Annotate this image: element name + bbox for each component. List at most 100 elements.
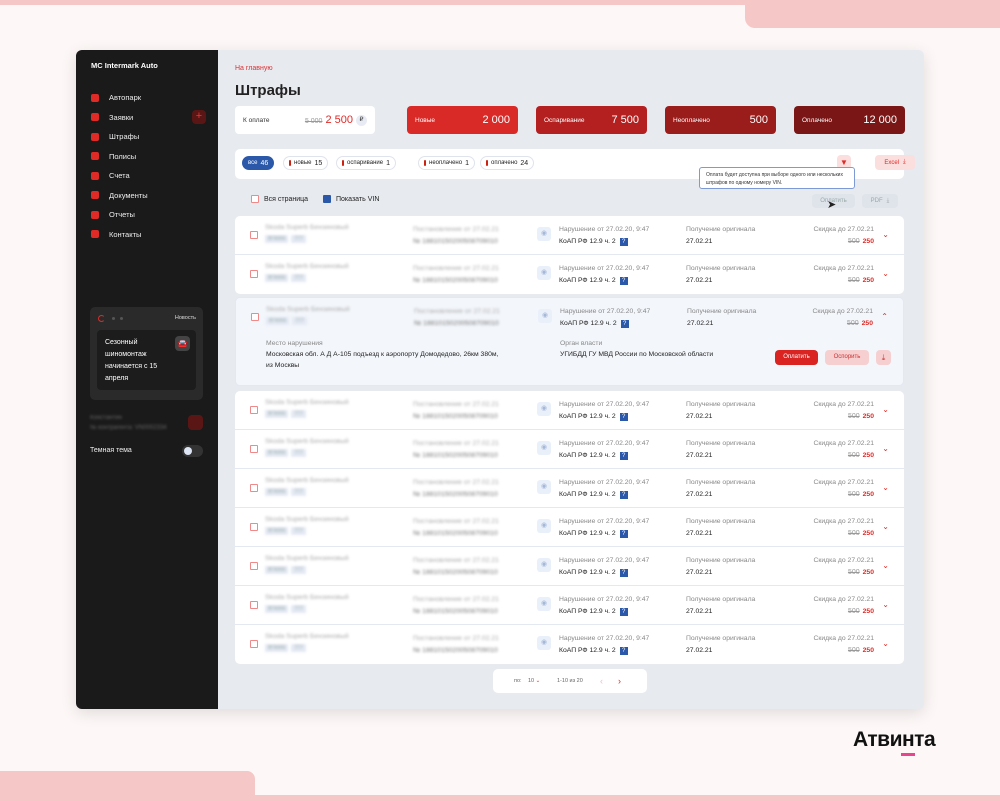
sidebar-item[interactable]: Полисы: [91, 147, 206, 167]
row-checkbox[interactable]: [250, 562, 258, 570]
news-widget[interactable]: Новость Сезонный шиномонтаж начинается с…: [90, 307, 203, 400]
camera-icon[interactable]: ◉: [537, 402, 551, 416]
original-label: Получение оригинала: [686, 596, 756, 603]
sidebar-item[interactable]: Автопарк: [91, 88, 206, 108]
discount-price: 250: [862, 413, 874, 420]
table-row[interactable]: Skoda Superb Бензиновый ВГА966 777 Постано…: [235, 586, 904, 625]
row-checkbox[interactable]: [250, 445, 258, 453]
row-checkbox[interactable]: [250, 270, 258, 278]
chevron-down-icon[interactable]: ⌄: [882, 600, 889, 609]
camera-icon[interactable]: ◉: [537, 227, 551, 241]
row-checkbox[interactable]: [250, 523, 258, 531]
camera-icon[interactable]: ◉: [537, 519, 551, 533]
pager-dot[interactable]: [120, 317, 123, 320]
chevron-down-icon[interactable]: ⌄: [882, 522, 889, 531]
table-row[interactable]: Skoda Superb Бензиновый ВГА966 777 Постано…: [235, 547, 904, 586]
sidebar-item[interactable]: Контакты: [91, 225, 206, 245]
filter-chip[interactable]: оплачено 24: [480, 156, 535, 170]
chevron-down-icon[interactable]: ⌄: [882, 561, 889, 570]
download-icon: ⤓: [903, 159, 906, 165]
summary-label: Неоплачено: [673, 116, 710, 124]
original-date: 27.02.21: [686, 530, 713, 537]
dark-theme-toggle[interactable]: [182, 445, 203, 457]
camera-icon[interactable]: ◉: [537, 636, 551, 650]
user-icon[interactable]: [188, 415, 203, 430]
breadcrumb[interactable]: На главную: [235, 65, 273, 72]
filter-chip[interactable]: оспаривание 1: [336, 156, 396, 170]
table-row[interactable]: Skoda Superb Бензиновый ВГА966 777 Постано…: [235, 469, 904, 508]
summary-card[interactable]: Оспаривание 7 500: [536, 106, 647, 134]
table-row[interactable]: Skoda Superb Бензиновый ВГА966 777 Постано…: [235, 625, 904, 664]
row-checkbox[interactable]: [250, 484, 258, 492]
row-checkbox[interactable]: [250, 640, 258, 648]
sidebar-item[interactable]: Заявки +: [91, 108, 206, 128]
download-icon[interactable]: ⤓: [876, 350, 891, 365]
nav-icon: [91, 93, 99, 102]
row-checkbox[interactable]: [250, 231, 258, 239]
row-checkbox[interactable]: [250, 406, 258, 414]
chevron-up-icon[interactable]: ⌃: [881, 312, 888, 321]
camera-icon[interactable]: ◉: [538, 309, 552, 323]
sidebar-item[interactable]: Отчеты: [91, 205, 206, 225]
help-icon[interactable]: ?: [619, 491, 628, 499]
table-row[interactable]: Skoda Superb Бензиновый ВГА966 777 Постано…: [235, 508, 904, 547]
help-icon[interactable]: ?: [619, 530, 628, 538]
table-row[interactable]: Skoda Superb Бензиновый ВГА966 777 Постано…: [235, 216, 904, 255]
chevron-down-icon[interactable]: ⌄: [882, 639, 889, 648]
per-page-select[interactable]: 10 ⌄: [528, 678, 540, 684]
chevron-down-icon[interactable]: ⌄: [882, 405, 889, 414]
article: КоАП РФ 12.9 ч. 2: [560, 320, 617, 327]
ruble-icon: ₽: [356, 115, 367, 127]
chevron-down-icon[interactable]: ⌄: [882, 269, 889, 278]
chevron-down-icon[interactable]: ⌄: [882, 444, 889, 453]
camera-icon[interactable]: ◉: [537, 597, 551, 611]
decree-number: № 18810150200508709010: [413, 413, 498, 420]
dispute-button[interactable]: Оспорить: [825, 350, 869, 365]
summary-card[interactable]: Новые 2 000: [407, 106, 518, 134]
table-row[interactable]: Skoda Superb Бензиновый ВГА966 777 Постано…: [235, 391, 904, 430]
summary-card[interactable]: Оплачено 12 000: [794, 106, 905, 134]
table-row[interactable]: Skoda Superb Бензиновый ВГА966 777 Постано…: [235, 255, 904, 294]
plate-tag: ВГА966: [265, 566, 289, 574]
help-icon[interactable]: ?: [619, 647, 628, 655]
help-icon[interactable]: ?: [619, 569, 628, 577]
help-icon[interactable]: ?: [619, 452, 628, 460]
row-checkbox[interactable]: [250, 601, 258, 609]
original-label: Получение оригинала: [686, 479, 756, 486]
table-row[interactable]: Skoda Superb Бензиновый ВГА966 777 Постано…: [235, 430, 904, 469]
help-icon[interactable]: ?: [619, 277, 628, 285]
camera-icon[interactable]: ◉: [537, 266, 551, 280]
camera-icon[interactable]: ◉: [537, 441, 551, 455]
next-page-icon[interactable]: ›: [618, 676, 621, 686]
help-icon[interactable]: ?: [620, 320, 629, 328]
pay-button[interactable]: Оплатить: [775, 350, 818, 365]
row-checkbox[interactable]: [251, 313, 259, 321]
car-name: Skoda Superb Бензиновый: [265, 399, 349, 406]
prev-page-icon[interactable]: ‹: [600, 676, 603, 686]
sidebar-item[interactable]: Счета: [91, 166, 206, 186]
sidebar-item[interactable]: Штрафы: [91, 127, 206, 147]
select-page[interactable]: Вся страница: [251, 195, 308, 203]
add-request-button[interactable]: +: [192, 110, 206, 125]
table-row[interactable]: Skoda Superb Бензиновый ВГА966 777 Постано…: [236, 298, 903, 337]
pdf-button[interactable]: PDF ⤓: [862, 194, 898, 208]
help-icon[interactable]: ?: [619, 238, 628, 246]
old-price: 500: [847, 608, 860, 615]
chevron-down-icon[interactable]: ⌄: [882, 483, 889, 492]
chevron-down-icon[interactable]: ⌄: [882, 230, 889, 239]
help-icon[interactable]: ?: [619, 413, 628, 421]
camera-icon[interactable]: ◉: [537, 480, 551, 494]
filter-chip[interactable]: все 46: [242, 156, 275, 170]
summary-card[interactable]: Неоплачено 500: [665, 106, 776, 134]
excel-button[interactable]: Excel ⤓: [875, 155, 915, 170]
decree-number: № 18810150200508709010: [413, 530, 498, 537]
filter-chip[interactable]: новые 15: [283, 156, 329, 170]
nav-icon: [91, 113, 99, 122]
sidebar-item[interactable]: Документы: [91, 186, 206, 206]
checkbox[interactable]: [251, 195, 259, 203]
pager-dot[interactable]: [112, 317, 115, 320]
help-icon[interactable]: ?: [619, 608, 628, 616]
show-vin[interactable]: Показать VIN: [323, 195, 379, 203]
filter-chip[interactable]: неоплачено 1: [418, 156, 475, 170]
camera-icon[interactable]: ◉: [537, 558, 551, 572]
